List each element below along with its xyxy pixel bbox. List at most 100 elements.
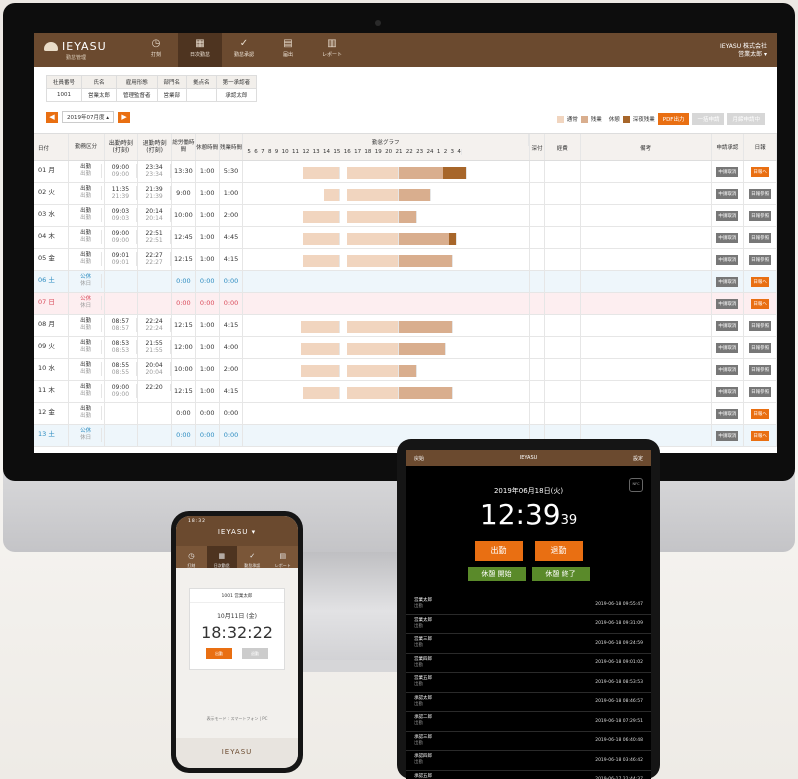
tablet-clock-out-button[interactable]: 退勤 <box>534 541 583 561</box>
row-type: 公休 休日 <box>69 293 105 314</box>
row-rest: 1:00 <box>196 381 220 402</box>
daily-report-button[interactable]: 日報参照 <box>749 386 772 397</box>
row-daily: 日報参照 <box>744 359 777 380</box>
prev-month-button[interactable]: ◀ <box>46 111 58 123</box>
out-time: 20:14 <box>138 208 171 215</box>
punch-user: 営業四郎 <box>414 656 432 662</box>
punch-list-item: 承認二郎 出勤 2019-06-18 07:29:51 <box>406 712 651 732</box>
nav-item-0[interactable]: ◷ 打刻 <box>134 33 178 67</box>
table-row: 10 水出勤 出勤 08:55 08:55 20:04 20:04 10:00 1:00 2:0… <box>34 359 777 381</box>
cancel-apply-button[interactable]: 中請取消 <box>716 408 739 419</box>
account[interactable]: IEYASU 株式会社 営業太郎 ▾ <box>720 43 767 59</box>
clock-icon: ◷ <box>151 38 161 49</box>
phone-clock-out-button[interactable]: 退勤 <box>242 648 268 659</box>
bulk-apply-button[interactable]: 一括申請 <box>692 113 725 125</box>
cancel-apply-button[interactable]: 中請取消 <box>716 166 739 177</box>
next-month-button[interactable]: ▶ <box>118 111 131 123</box>
user-menu[interactable]: 営業太郎 ▾ <box>720 51 767 59</box>
row-tc <box>530 271 545 292</box>
row-rest: 0:00 <box>196 293 220 314</box>
phone-display-mode[interactable]: 表示モード : スマートフォン | PC <box>176 716 298 722</box>
row-daily: 日報へ <box>744 293 777 314</box>
punch-list-item: 承認三郎 出勤 2019-06-18 06:40:48 <box>406 732 651 751</box>
daily-report-button[interactable]: 日報参照 <box>749 232 772 243</box>
nav-item-3[interactable]: ▤ 届出 <box>266 33 310 67</box>
cancel-apply-button[interactable]: 中請取消 <box>716 342 739 353</box>
camera <box>375 20 381 26</box>
tablet-date: 2019年06月18日(火) <box>493 487 564 495</box>
cancel-apply-button[interactable]: 中請取消 <box>716 298 739 309</box>
pdf-export-button[interactable]: PDF出力 <box>657 113 690 125</box>
punch-name: 営業太郎 出勤 <box>414 598 432 610</box>
row-type: 出勤 出勤 <box>69 183 105 204</box>
row-date: 12 金 <box>34 403 69 424</box>
cancel-apply-button[interactable]: 中請取消 <box>716 232 739 243</box>
daily-report-button[interactable]: 日報へ <box>751 276 769 287</box>
row-date: 07 日 <box>34 293 69 314</box>
cancel-apply-button[interactable]: 中請取消 <box>716 210 739 221</box>
daily-report-button[interactable]: 日報へ <box>751 430 769 441</box>
nav-item-4[interactable]: ▥ レポート <box>310 33 354 67</box>
employee-info-table: 社員番号 氏名 雇用形態 部門名 拠点名 第一承認者 1001 営業太郎 管理監督者 営業部 承認太… <box>45 75 258 102</box>
row-tc <box>530 337 545 358</box>
phone-nav-item[interactable]: ◷ 打刻 <box>176 546 207 568</box>
cancel-apply-button[interactable]: 中請取消 <box>716 386 739 397</box>
logo[interactable]: IEYASU 勤怠管理 <box>44 40 107 61</box>
daily-report-button[interactable]: 日報参照 <box>749 210 772 221</box>
cancel-apply-button[interactable]: 中請取消 <box>716 320 739 331</box>
daily-report-button[interactable]: 日報へ <box>751 298 769 309</box>
cancel-apply-button[interactable]: 中請取消 <box>716 254 739 265</box>
phone-nav-item[interactable]: ✓ 勤怠承認 <box>237 546 268 568</box>
cancel-apply-button[interactable]: 中請取消 <box>716 364 739 375</box>
phone-logo[interactable]: IEYASU ▾ <box>218 528 256 536</box>
row-in: 09:01 09:01 <box>105 249 139 270</box>
tablet-header: 戻始 IEYASU 設定 <box>406 450 651 466</box>
row-note <box>581 271 712 292</box>
row-type: 出勤 出勤 <box>69 315 105 336</box>
header-tc: 深付 <box>530 134 545 160</box>
tablet-break-end-button[interactable]: 休憩 終了 <box>531 567 590 581</box>
tablet-clock-in-button[interactable]: 出勤 <box>474 541 523 561</box>
overtime-swatch <box>580 115 588 123</box>
daily-report-button[interactable]: 日報参照 <box>749 342 772 353</box>
phone-device: 18:32 IEYASU ▾ ◷ 打刻 ▦ 日次勤怠 ✓ 勤怠承認 ▤ レポート 1001 営業… <box>171 511 303 773</box>
punch-timestamp: 2019-06-18 09:01:02 <box>595 660 643 666</box>
daily-report-button[interactable]: 日報参照 <box>749 364 772 375</box>
row-over: 0:00 <box>220 425 244 446</box>
row-daily: 日報へ <box>744 403 777 424</box>
table-row: 04 木出勤 出勤 09:00 09:00 22:51 22:51 12:45 1:00 4:4… <box>34 227 777 249</box>
monthly-apply-button[interactable]: 月締申請中 <box>727 113 765 125</box>
legend-late: 深夜残業 <box>632 117 655 123</box>
daily-report-button[interactable]: 日報へ <box>751 166 769 177</box>
tablet-settings-button[interactable]: 設定 <box>633 455 643 462</box>
table-row: 02 火出勤 出勤 11:35 21:39 21:39 21:39 9:00 1:00 1:00… <box>34 183 777 205</box>
tablet-break-start-button[interactable]: 休憩 開始 <box>467 567 526 581</box>
overtime-bar <box>399 343 446 355</box>
daily-report-button[interactable]: 日報参照 <box>749 254 772 265</box>
row-graph <box>243 403 531 424</box>
cancel-apply-button[interactable]: 中請取消 <box>716 276 739 287</box>
row-over: 4:00 <box>220 337 244 358</box>
daily-report-button[interactable]: 日報参照 <box>749 320 772 331</box>
phone-nav-item[interactable]: ▦ 日次勤怠 <box>206 546 237 568</box>
nav-label: 届出 <box>282 52 293 58</box>
cancel-apply-button[interactable]: 中請取消 <box>716 188 739 199</box>
work-bar <box>347 387 400 399</box>
month-select[interactable]: 2019年07月度 ▴ <box>62 111 115 123</box>
row-in: 11:35 21:39 <box>105 183 139 204</box>
punch-user: 承認四郎 <box>414 754 432 760</box>
phone-nav-item[interactable]: ▤ レポート <box>268 546 299 568</box>
row-date: 06 土 <box>34 271 69 292</box>
nav-item-1[interactable]: ▦ 日次勤怠 <box>178 33 222 67</box>
cancel-apply-button[interactable]: 中請取消 <box>716 430 739 441</box>
tablet-back-button[interactable]: 戻始 <box>414 455 424 462</box>
row-date: 10 水 <box>34 359 69 380</box>
daily-report-button[interactable]: 日報へ <box>751 408 769 419</box>
phone-nav-icon: ◷ <box>188 552 195 560</box>
employee-value: 管理監督者 <box>116 88 158 102</box>
daily-report-button[interactable]: 日報参照 <box>749 188 772 199</box>
row-rest: 1:00 <box>196 249 220 270</box>
phone-clock-in-button[interactable]: 出勤 <box>206 648 232 659</box>
header-rest: 休憩時間 <box>196 134 220 160</box>
nav-item-2[interactable]: ✓ 勤怠承認 <box>222 33 266 67</box>
